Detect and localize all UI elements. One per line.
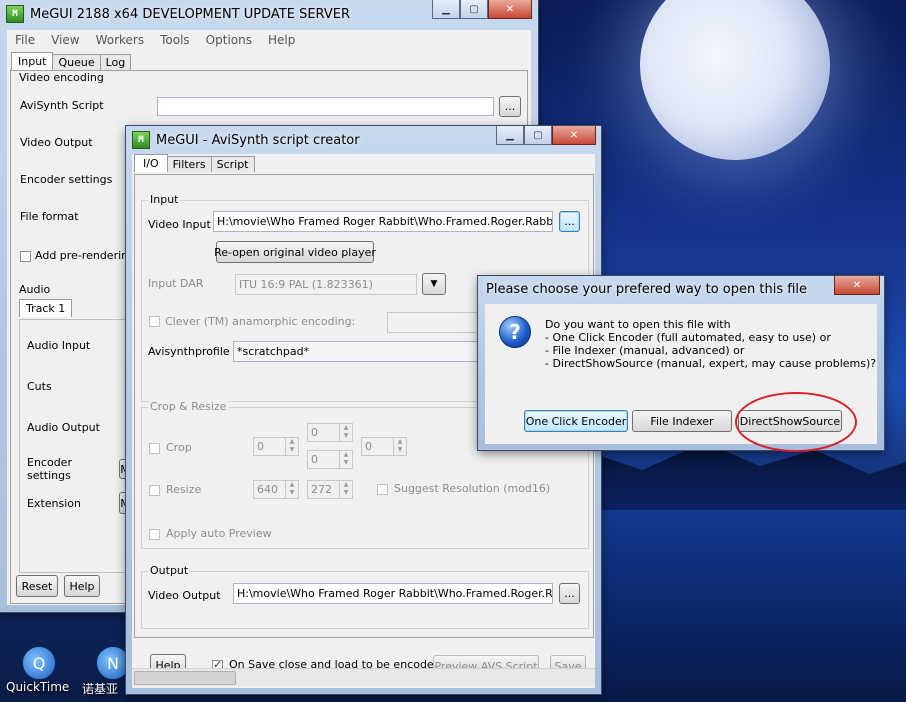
avs-video-output-browse-button[interactable]: ... [559,583,580,604]
resize-height-spinner[interactable]: 272 ▲ ▼ [307,480,353,499]
avisynth-script-label: AviSynth Script [20,99,104,112]
audio-group-title: Audio [17,283,53,296]
avisynth-script-field[interactable] [157,97,494,116]
tab-io[interactable]: I/O [134,154,168,172]
avs-close-button[interactable]: ✕ [552,126,596,145]
crop-right-spinner[interactable]: 0 ▲ ▼ [361,437,407,456]
dialog-close-button[interactable]: ✕ [834,276,880,295]
main-tabs: Input Queue Log [11,52,132,70]
video-input-label: Video Input [148,218,211,231]
audio-encoder-settings-label: Encoder settings [27,456,72,482]
video-encoding-title: Video encoding [17,71,106,84]
avs-horizontal-scrollbar[interactable] [132,668,595,686]
question-icon: ? [499,316,531,348]
auto-preview-checkbox[interactable] [149,529,160,540]
avisynth-browse-button[interactable]: ... [499,96,521,117]
video-output-label: Video Output [20,136,93,149]
crop-left-spinner[interactable]: 0 ▲ ▼ [253,437,299,456]
one-click-encoder-button[interactable]: One Click Encoder [524,410,628,432]
dialog-message-line-2: - One Click Encoder (full automated, eas… [545,331,831,344]
minimize-button[interactable]: ▁ [432,0,460,19]
video-input-field[interactable]: H:\movie\Who Framed Roger Rabbit\Who.Fra… [213,211,553,232]
resize-width-spinner[interactable]: 640 ▲ ▼ [253,480,299,499]
resize-label: Resize [166,483,202,496]
tab-track-1[interactable]: Track 1 [19,299,73,317]
menu-view[interactable]: View [43,30,87,50]
avs-window-title: MeGUI - AviSynth script creator [156,132,360,148]
main-help-button[interactable]: Help [64,575,100,597]
avs-tabs: I/O Filters Script [134,154,255,172]
highlight-circle-annotation [735,392,857,452]
dialog-titlebar: Please choose your prefered way to open … [478,276,884,302]
nokia-icon[interactable]: N [96,646,130,680]
quicktime-label: QuickTime [6,680,70,694]
menu-options[interactable]: Options [198,30,260,50]
video-input-browse-button[interactable]: ... [559,211,580,232]
resize-checkbox[interactable] [149,485,160,496]
reset-button[interactable]: Reset [16,575,58,597]
avs-video-output-field[interactable]: H:\movie\Who Framed Roger Rabbit\Who.Fra… [233,583,553,604]
input-group-title: Input [148,193,181,206]
menu-help[interactable]: Help [260,30,303,50]
dialog-message-line-3: - File Indexer (manual, advanced) or [545,344,745,357]
clever-anamorphic-checkbox[interactable] [149,316,160,327]
desktop-moon [640,0,830,160]
tab-filters[interactable]: Filters [166,156,212,172]
avs-video-output-label: Video Output [148,589,221,602]
crop-bottom-spinner[interactable]: 0 ▲ ▼ [307,450,353,469]
avs-minimize-button[interactable]: ▁ [496,126,524,145]
file-format-label: File format [20,210,79,223]
avs-maximize-button[interactable]: ▢ [524,126,552,145]
tab-input[interactable]: Input [11,52,54,70]
tab-log[interactable]: Log [99,54,132,70]
suggest-resolution-label: Suggest Resolution (mod16) [394,482,551,495]
input-dar-field[interactable]: ITU 16:9 PAL (1.823361) [235,274,417,295]
audio-input-label: Audio Input [27,339,91,352]
tab-queue[interactable]: Queue [52,54,101,70]
menu-file[interactable]: File [7,30,43,50]
avs-app-icon: M [132,131,150,149]
suggest-resolution-checkbox[interactable] [377,484,388,495]
tab-script[interactable]: Script [210,156,255,172]
menu-tools[interactable]: Tools [152,30,198,50]
close-button[interactable]: ✕ [488,0,532,19]
reopen-video-player-button[interactable]: Re-open original video player [214,241,376,263]
dialog-title: Please choose your prefered way to open … [486,281,808,297]
audio-output-label: Audio Output [27,421,100,434]
chevron-down-icon: ▼ [430,279,438,289]
file-indexer-button[interactable]: File Indexer [632,410,732,432]
clever-anamorphic-label: Clever (TM) anamorphic encoding: [165,315,356,328]
crop-checkbox[interactable] [149,443,160,454]
audio-track-panel [19,319,130,573]
crop-top-spinner[interactable]: 0 ▲ ▼ [307,423,353,442]
crop-resize-title: Crop & Resize [148,400,229,413]
quicktime-icon[interactable]: Q [22,646,56,680]
dialog-message-line-4: - DirectShowSource (manual, expert, may … [545,357,877,370]
output-group-title: Output [148,564,191,577]
extension-label: Extension [27,497,82,510]
audio-tabs: Track 1 [19,299,73,317]
prerender-checkbox[interactable] [20,251,31,262]
prerender-label: Add pre-rendering [35,249,136,262]
nokia-label: 诺基亚 [82,682,119,696]
maximize-button[interactable]: ▢ [460,0,488,19]
cuts-label: Cuts [27,380,52,393]
main-window-title: MeGUI 2188 x64 DEVELOPMENT UPDATE SERVER [30,6,350,22]
megui-app-icon: M [6,5,24,23]
encoder-settings-label: Encoder settings [20,173,113,186]
dialog-message-line-1: Do you want to open this file with [545,318,731,331]
menu-workers[interactable]: Workers [88,30,153,50]
auto-preview-label: Apply auto Preview [166,527,272,540]
avisynth-profile-label: Avisynthprofile [148,345,230,358]
avs-scroll-thumb[interactable] [134,671,236,685]
input-dar-dropdown[interactable]: ▼ [422,273,446,295]
crop-label: Crop [166,441,192,454]
input-dar-label: Input DAR [148,277,204,290]
main-menubar: File View Workers Tools Options Help [7,30,304,50]
